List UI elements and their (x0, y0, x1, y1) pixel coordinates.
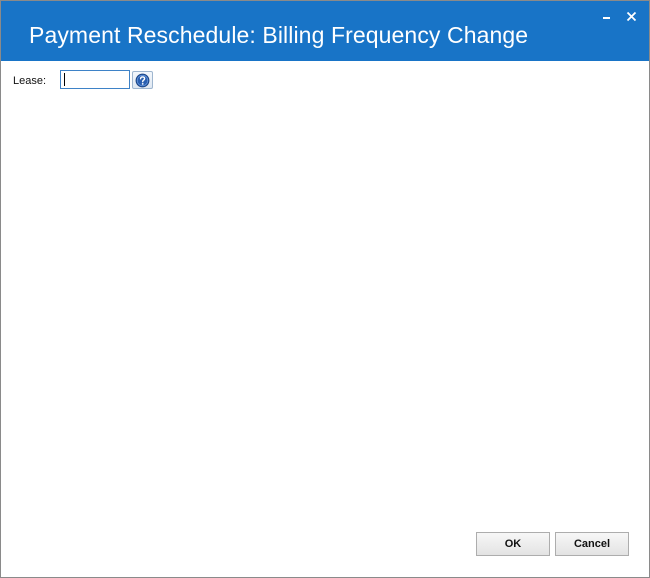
minimize-button[interactable] (597, 7, 617, 27)
cancel-button[interactable]: Cancel (555, 532, 629, 556)
question-mark-icon (135, 73, 150, 88)
ok-button[interactable]: OK (476, 532, 550, 556)
lease-lookup-button[interactable] (132, 71, 153, 89)
close-button[interactable] (621, 7, 641, 27)
dialog-window: Payment Reschedule: Billing Frequency Ch… (0, 0, 650, 578)
close-icon (626, 11, 636, 22)
lease-label: Lease: (13, 75, 47, 87)
title-bar: Payment Reschedule: Billing Frequency Ch… (1, 1, 649, 61)
lease-input[interactable] (60, 70, 130, 89)
minimize-icon (603, 17, 610, 19)
text-caret (64, 73, 65, 86)
dialog-title: Payment Reschedule: Billing Frequency Ch… (29, 22, 529, 48)
